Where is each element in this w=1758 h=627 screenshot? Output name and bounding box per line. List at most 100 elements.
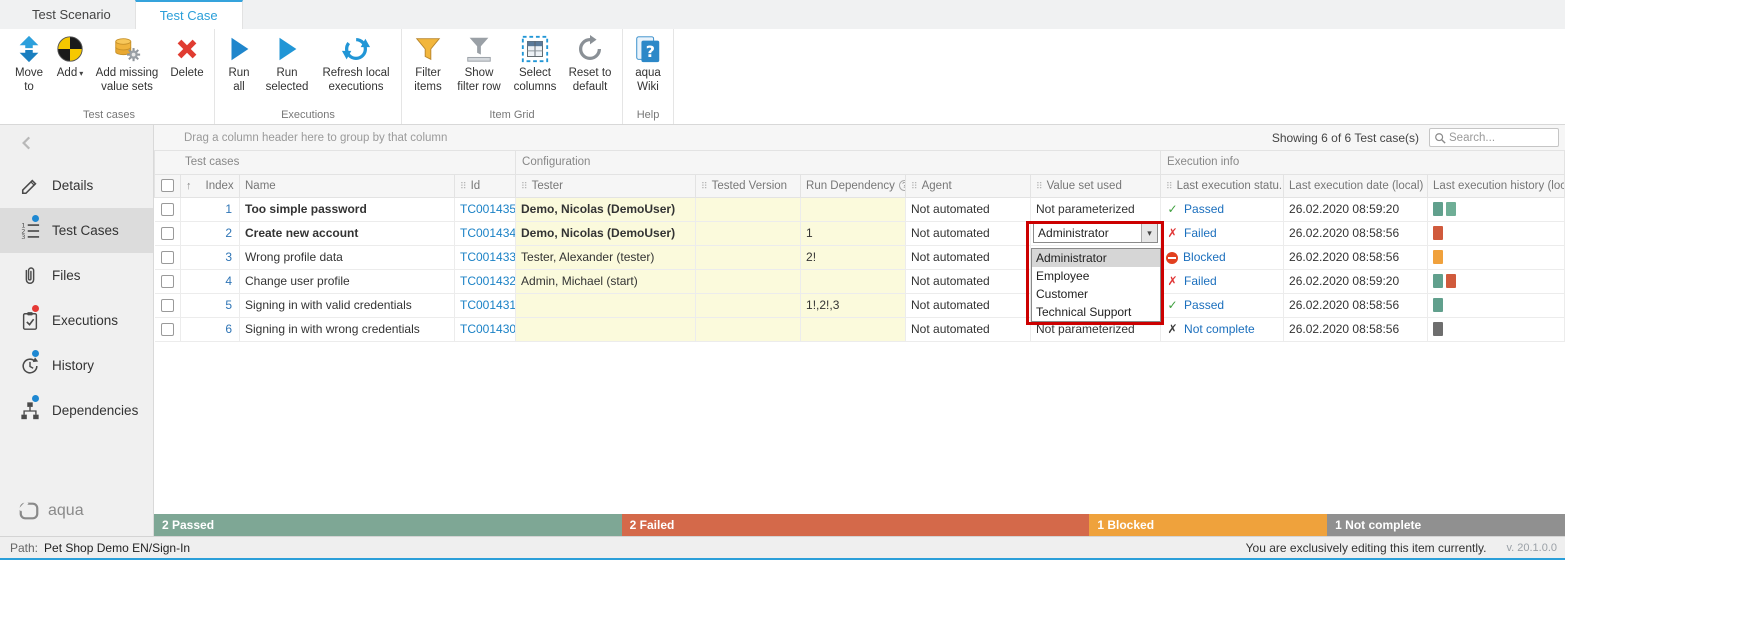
cell-tester[interactable]: Admin, Michael (start) bbox=[516, 269, 696, 293]
refresh-local-executions-button[interactable]: Refresh local executions bbox=[316, 31, 396, 94]
table-row[interactable]: 2 Create new account TC001434 Demo, Nico… bbox=[155, 221, 1565, 245]
table-row[interactable]: 4 Change user profile TC001432 Admin, Mi… bbox=[155, 269, 1565, 293]
cell-tested-version[interactable] bbox=[696, 197, 801, 221]
testcase-id-link[interactable]: TC001431 bbox=[460, 298, 516, 312]
row-select-cell bbox=[155, 245, 181, 269]
status-link[interactable]: Passed bbox=[1184, 298, 1224, 312]
show-filter-row-button[interactable]: Show filter row bbox=[451, 31, 507, 94]
sidebar-item-history[interactable]: History bbox=[0, 343, 153, 388]
row-checkbox[interactable] bbox=[161, 227, 174, 240]
table-row[interactable]: 1 Too simple password TC001435 Demo, Nic… bbox=[155, 197, 1565, 221]
dropdown-option-administrator[interactable]: Administrator bbox=[1032, 249, 1160, 267]
cell-tested-version[interactable] bbox=[696, 293, 801, 317]
column-header-last-execution-history[interactable]: Last execution history (local) bbox=[1428, 174, 1565, 197]
status-link[interactable]: Passed bbox=[1184, 202, 1224, 216]
row-checkbox[interactable] bbox=[161, 299, 174, 312]
cell-run-dependency[interactable]: 1 bbox=[801, 221, 906, 245]
status-link[interactable]: Not complete bbox=[1184, 322, 1255, 336]
combobox-dropdown-button[interactable] bbox=[1141, 224, 1157, 242]
dropdown-option-customer[interactable]: Customer bbox=[1032, 285, 1160, 303]
cell-tester[interactable]: Demo, Nicolas (DemoUser) bbox=[516, 197, 696, 221]
column-header-run-dependency[interactable]: Run Dependency bbox=[801, 174, 906, 197]
tab-test-case[interactable]: Test Case bbox=[135, 0, 243, 29]
table-row[interactable]: 6 Signing in with wrong credentials TC00… bbox=[155, 317, 1565, 341]
select-columns-button[interactable]: Select columns bbox=[509, 31, 561, 94]
history-square bbox=[1446, 202, 1456, 216]
select-all-checkbox[interactable] bbox=[161, 179, 174, 192]
sidebar-item-label: Details bbox=[52, 178, 93, 193]
collapse-sidebar-button[interactable] bbox=[18, 134, 36, 152]
aqua-wiki-button[interactable]: ? aqua Wiki bbox=[628, 31, 668, 94]
sidebar-item-details[interactable]: Details bbox=[0, 163, 153, 208]
search-box[interactable] bbox=[1429, 128, 1559, 147]
testcase-id-link[interactable]: TC001434 bbox=[460, 226, 516, 240]
search-icon bbox=[1434, 132, 1446, 144]
table-row[interactable]: 3 Wrong profile data TC001433 Tester, Al… bbox=[155, 245, 1565, 269]
filter-items-button[interactable]: Filter items bbox=[407, 31, 449, 94]
column-header-id[interactable]: Id bbox=[455, 174, 516, 197]
column-header-tested-version[interactable]: Tested Version bbox=[696, 174, 801, 197]
cell-index: 4 bbox=[181, 269, 240, 293]
testcase-id-link[interactable]: TC001435 bbox=[460, 202, 516, 216]
cell-tester[interactable] bbox=[516, 293, 696, 317]
cell-tested-version[interactable] bbox=[696, 317, 801, 341]
cell-tested-version[interactable] bbox=[696, 245, 801, 269]
status-link[interactable]: Failed bbox=[1184, 226, 1217, 240]
row-checkbox[interactable] bbox=[161, 251, 174, 264]
cell-run-dependency[interactable]: 2! bbox=[801, 245, 906, 269]
cell-tester[interactable]: Demo, Nicolas (DemoUser) bbox=[516, 221, 696, 245]
column-header-name[interactable]: Name bbox=[240, 174, 455, 197]
cell-run-dependency[interactable] bbox=[801, 269, 906, 293]
cell-run-dependency[interactable] bbox=[801, 197, 906, 221]
status-link[interactable]: Failed bbox=[1184, 274, 1217, 288]
testcase-id-link[interactable]: TC001433 bbox=[460, 250, 516, 264]
move-to-button[interactable]: Move to bbox=[9, 31, 49, 94]
column-header-tester[interactable]: Tester bbox=[516, 174, 696, 197]
cell-tester[interactable] bbox=[516, 317, 696, 341]
dropdown-option-technical-support[interactable]: Technical Support bbox=[1032, 303, 1160, 321]
cell-tester[interactable]: Tester, Alexander (tester) bbox=[516, 245, 696, 269]
column-header-agent[interactable]: Agent bbox=[906, 174, 1031, 197]
cell-run-dependency[interactable]: 1!,2!,3 bbox=[801, 293, 906, 317]
sidebar-item-executions[interactable]: Executions bbox=[0, 298, 153, 343]
column-header-value-set-used[interactable]: Value set used bbox=[1031, 174, 1161, 197]
row-checkbox[interactable] bbox=[161, 203, 174, 216]
add-button[interactable]: Add bbox=[51, 31, 89, 81]
dropdown-option-employee[interactable]: Employee bbox=[1032, 267, 1160, 285]
test-cases-table: Test cases Configuration Execution info … bbox=[154, 151, 1565, 342]
cell-id: TC001430 bbox=[455, 317, 516, 341]
column-header-index[interactable]: Index bbox=[181, 174, 240, 197]
status-passed-icon: ✓ bbox=[1166, 298, 1179, 312]
drag-grip-icon bbox=[1036, 180, 1047, 192]
sidebar-item-dependencies[interactable]: Dependencies bbox=[0, 388, 153, 433]
value-set-combobox[interactable]: Administrator bbox=[1033, 223, 1158, 243]
cell-agent: Not automated bbox=[906, 221, 1031, 245]
reset-to-default-button[interactable]: Reset to default bbox=[563, 31, 617, 94]
sidebar-item-test-cases[interactable]: 123 Test Cases bbox=[0, 208, 153, 253]
cell-tested-version[interactable] bbox=[696, 221, 801, 245]
cell-run-dependency[interactable] bbox=[801, 317, 906, 341]
row-checkbox[interactable] bbox=[161, 275, 174, 288]
row-select-cell bbox=[155, 293, 181, 317]
row-checkbox[interactable] bbox=[161, 323, 174, 336]
cell-last-execution-status: Blocked bbox=[1161, 245, 1284, 269]
run-selected-button[interactable]: Run selected bbox=[260, 31, 314, 94]
select-columns-icon bbox=[520, 34, 550, 64]
column-header-last-execution-date[interactable]: Last execution date (local) bbox=[1284, 174, 1428, 197]
delete-button[interactable]: Delete bbox=[165, 31, 209, 81]
testcase-id-link[interactable]: TC001430 bbox=[460, 322, 516, 336]
testcase-id-link[interactable]: TC001432 bbox=[460, 274, 516, 288]
tab-test-scenario[interactable]: Test Scenario bbox=[8, 0, 135, 29]
sidebar-item-files[interactable]: Files bbox=[0, 253, 153, 298]
help-icon[interactable] bbox=[899, 180, 906, 191]
svg-text:?: ? bbox=[646, 42, 655, 61]
column-header-last-execution-status[interactable]: Last execution statu... bbox=[1161, 174, 1284, 197]
search-input[interactable] bbox=[1449, 132, 1554, 144]
cell-tested-version[interactable] bbox=[696, 269, 801, 293]
status-link[interactable]: Blocked bbox=[1183, 250, 1226, 264]
drag-grip-icon bbox=[521, 180, 532, 192]
aqua-wiki-label: aqua Wiki bbox=[630, 67, 666, 94]
table-row[interactable]: 5 Signing in with valid credentials TC00… bbox=[155, 293, 1565, 317]
add-missing-value-sets-button[interactable]: Add missing value sets bbox=[91, 31, 163, 94]
run-all-button[interactable]: Run all bbox=[220, 31, 258, 94]
